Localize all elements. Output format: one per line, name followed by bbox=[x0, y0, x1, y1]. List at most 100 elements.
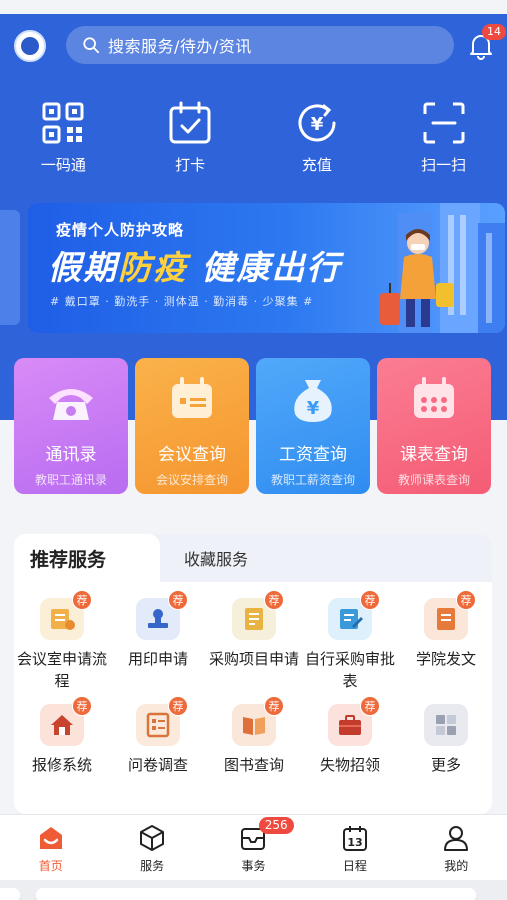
quick-actions: 一码通 打卡 ¥ 充值 扫一扫 bbox=[0, 100, 507, 180]
card-subtitle: 教职工薪资查询 bbox=[270, 473, 355, 487]
service-college-notice[interactable]: 荐 学院发文 bbox=[398, 590, 494, 670]
survey-icon: 荐 bbox=[136, 696, 188, 746]
card-subtitle: 教职工通讯录 bbox=[34, 473, 107, 487]
banner-tags: # 戴口罩 · 勤洗手 · 测体温 · 勤消毒 · 少聚集 # bbox=[50, 295, 314, 308]
tab-label: 事务 bbox=[241, 859, 266, 873]
feature-cards: 通讯录 教职工通讯录 会议查询 会议安排查询 ¥ 工资查询 教职工薪资查询 课表… bbox=[14, 358, 492, 494]
tab-label: 日程 bbox=[342, 859, 367, 873]
bottom-tab-bar: 首页 服务 事务 256 13 日程 我的 bbox=[0, 814, 507, 880]
svg-text:¥: ¥ bbox=[311, 114, 324, 135]
service-survey[interactable]: 荐 问卷调查 bbox=[110, 696, 206, 776]
card-subtitle: 会议安排查询 bbox=[155, 473, 228, 487]
purchase-doc-icon: 荐 bbox=[232, 590, 284, 640]
banner-title: 假期防疫 健康出行 bbox=[48, 248, 342, 287]
card-salary[interactable]: ¥ 工资查询 教职工薪资查询 bbox=[256, 358, 370, 494]
service-label: 会议室申请流程 bbox=[16, 650, 107, 690]
recommended-tag: 荐 bbox=[264, 696, 284, 716]
service-library[interactable]: 荐 图书查询 bbox=[206, 696, 302, 776]
tab-home[interactable]: 首页 bbox=[0, 815, 101, 880]
card-title: 课表查询 bbox=[400, 445, 468, 465]
scan-icon bbox=[423, 102, 465, 144]
calendar-check-icon bbox=[169, 101, 211, 144]
service-more[interactable]: 更多 bbox=[398, 704, 494, 776]
recommended-tag: 荐 bbox=[72, 590, 92, 610]
meeting-room-icon: 荐 bbox=[40, 590, 92, 640]
tab-services[interactable]: 服务 bbox=[101, 815, 202, 880]
tab-schedule[interactable]: 13 日程 bbox=[304, 815, 405, 880]
schedule-icon bbox=[414, 377, 454, 418]
service-label: 问卷调查 bbox=[127, 756, 188, 774]
service-label: 失物招领 bbox=[319, 756, 380, 774]
tab-label: 首页 bbox=[38, 859, 63, 873]
quick-action-label: 充值 bbox=[301, 156, 332, 174]
status-bar bbox=[0, 0, 507, 14]
tab-recommended-services[interactable]: 推荐服务 bbox=[14, 534, 160, 582]
meeting-board-icon bbox=[172, 377, 212, 418]
service-label: 报修系统 bbox=[31, 756, 92, 774]
card-title: 工资查询 bbox=[279, 445, 347, 465]
recommended-tag: 荐 bbox=[360, 696, 380, 716]
lost-found-icon: 荐 bbox=[328, 696, 380, 746]
app-home-screen: 搜索服务/待办/资讯 14 一码通 打卡 ¥ 充值 扫一扫 疫情个人防护攻略 假… bbox=[0, 0, 507, 900]
service-label: 图书查询 bbox=[223, 756, 284, 774]
quick-action-label: 扫一扫 bbox=[421, 156, 467, 174]
card-timetable[interactable]: 课表查询 教师课表查询 bbox=[377, 358, 491, 494]
search-placeholder: 搜索服务/待办/资讯 bbox=[108, 37, 252, 56]
recommended-tag: 荐 bbox=[456, 590, 476, 610]
banner-subtitle: 疫情个人防护攻略 bbox=[56, 221, 185, 239]
services-panel: 推荐服务 收藏服务 荐 会议室申请流程 荐 用印申请 荐 采购项目申请 荐 自行… bbox=[14, 534, 492, 814]
search-bar[interactable]: 搜索服务/待办/资讯 bbox=[66, 26, 454, 64]
card-subtitle: 教师课表查询 bbox=[397, 473, 470, 487]
home-icon bbox=[39, 827, 62, 849]
recommended-tag: 荐 bbox=[264, 590, 284, 610]
card-contacts[interactable]: 通讯录 教职工通讯录 bbox=[14, 358, 128, 494]
seal-icon: 荐 bbox=[136, 590, 188, 640]
recommended-tag: 荐 bbox=[72, 696, 92, 716]
service-label: 自行采购审批表 bbox=[304, 650, 395, 690]
quick-action-label: 打卡 bbox=[175, 156, 206, 174]
quick-action-qr-pass[interactable]: 一码通 bbox=[0, 100, 127, 180]
more-grid-icon bbox=[424, 704, 468, 746]
service-lost-found[interactable]: 荐 失物招领 bbox=[302, 696, 398, 776]
service-label: 更多 bbox=[430, 756, 461, 774]
tab-favorite-services[interactable]: 收藏服务 bbox=[184, 546, 248, 570]
service-label: 用印申请 bbox=[127, 650, 188, 668]
epidemic-banner[interactable]: 疫情个人防护攻略 假期防疫 健康出行 # 戴口罩 · 勤洗手 · 测体温 · 勤… bbox=[28, 203, 505, 333]
background-peek bbox=[0, 880, 507, 900]
yuan-recharge-icon: ¥ bbox=[298, 104, 336, 142]
book-icon: 荐 bbox=[232, 696, 284, 746]
tab-affairs[interactable]: 事务 256 bbox=[203, 815, 304, 880]
tab-mine[interactable]: 我的 bbox=[406, 815, 507, 880]
quick-action-scan[interactable]: 扫一扫 bbox=[380, 100, 507, 180]
card-title: 通讯录 bbox=[45, 445, 97, 465]
service-purchase-project[interactable]: 荐 采购项目申请 bbox=[206, 590, 302, 670]
telephone-icon bbox=[49, 389, 93, 420]
service-meeting-room[interactable]: 荐 会议室申请流程 bbox=[14, 590, 110, 692]
user-icon bbox=[444, 826, 469, 851]
notification-button[interactable]: 14 bbox=[468, 24, 506, 60]
quick-action-recharge[interactable]: ¥ 充值 bbox=[254, 100, 381, 180]
card-meetings[interactable]: 会议查询 会议安排查询 bbox=[135, 358, 249, 494]
service-repair[interactable]: 荐 报修系统 bbox=[14, 696, 110, 776]
service-label: 学院发文 bbox=[415, 650, 476, 668]
service-self-purchase-approval[interactable]: 荐 自行采购审批表 bbox=[302, 590, 398, 692]
affairs-badge: 256 bbox=[258, 817, 294, 834]
quick-action-checkin[interactable]: 打卡 bbox=[127, 100, 254, 180]
tab-label: 服务 bbox=[140, 859, 165, 873]
approval-form-icon: 荐 bbox=[328, 590, 380, 640]
svg-text:13: 13 bbox=[347, 836, 362, 849]
recommended-tag: 荐 bbox=[168, 590, 188, 610]
school-logo bbox=[14, 30, 46, 62]
tab-label: 我的 bbox=[444, 859, 469, 873]
service-seal[interactable]: 荐 用印申请 bbox=[110, 590, 206, 670]
calendar-icon: 13 bbox=[342, 826, 367, 851]
service-label: 采购项目申请 bbox=[208, 650, 299, 668]
document-icon: 荐 bbox=[424, 590, 476, 640]
qr-code-icon bbox=[42, 102, 84, 144]
recommended-tag: 荐 bbox=[360, 590, 380, 610]
money-bag-icon: ¥ bbox=[294, 380, 332, 422]
traveler-illustration bbox=[380, 229, 454, 327]
top-bar: 搜索服务/待办/资讯 14 bbox=[0, 20, 507, 70]
svg-text:¥: ¥ bbox=[307, 398, 320, 419]
notification-badge: 14 bbox=[482, 24, 506, 40]
